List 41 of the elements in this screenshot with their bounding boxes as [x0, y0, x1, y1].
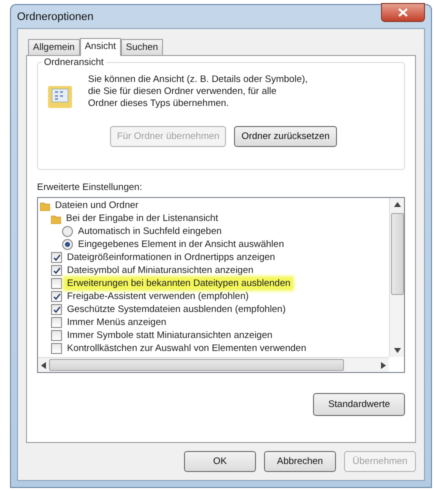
setting-label: Immer Symbole statt Miniaturansichten anzeigen: [66, 330, 274, 341]
group-title: Ordneransicht: [42, 57, 106, 68]
vertical-scrollbar[interactable]: [389, 198, 404, 357]
setting-label: Bei der Eingabe in der Listenansicht: [65, 213, 220, 224]
radio-button[interactable]: [62, 239, 73, 250]
checkbox[interactable]: [51, 304, 62, 315]
up-arrow-icon[interactable]: [394, 202, 400, 207]
checkbox[interactable]: [51, 265, 62, 276]
dialog-button[interactable]: Standardwerte: [313, 393, 405, 416]
setting-label: Dateien und Ordner: [54, 200, 140, 211]
setting-label: Kontrollkästchen zur Auswahl von Elementen verwenden: [66, 343, 308, 354]
right-arrow-icon[interactable]: [381, 362, 386, 368]
setting-label: Dateigrößeinformationen in Ordnertipps anzeigen: [66, 252, 276, 263]
setting-label: Immer Menüs anzeigen: [66, 317, 168, 328]
left-arrow-icon[interactable]: [41, 362, 46, 368]
dialog-button[interactable]: Abbrechen: [264, 451, 336, 472]
setting-label: Erweiterungen bei bekannten Dateitypen ausblenden: [65, 278, 292, 289]
checkbox[interactable]: [51, 252, 62, 263]
checkbox[interactable]: [51, 330, 62, 341]
tab[interactable]: Ansicht: [80, 38, 121, 56]
setting-label: Automatisch in Suchfeld eingeben: [77, 226, 223, 237]
radio-button[interactable]: [62, 226, 73, 237]
tab[interactable]: Suchen: [120, 39, 164, 55]
horizontal-scrollbar[interactable]: [38, 357, 389, 372]
description-text: Sie können die Ansicht (z. B. Details oder Symbole), die Sie für diesen Ordner verwenden, für alle Ordner dieses Typs übernehmen.: [88, 74, 308, 111]
setting-label: Freigabe-Assistent verwenden (empfohlen): [66, 291, 250, 302]
setting-label: Eingegebenes Element in der Ansicht auswählen: [77, 239, 285, 250]
tab[interactable]: Allgemein: [28, 39, 80, 55]
window-title: Ordneroptionen: [17, 10, 94, 22]
close-button[interactable]: [381, 3, 425, 22]
dialog-button[interactable]: OK: [184, 451, 256, 472]
setting-label: Dateisymbol auf Miniaturansichten anzeigen: [66, 265, 254, 276]
checkbox[interactable]: [51, 317, 62, 328]
dialog-button[interactable]: Ordner zurücksetzen: [234, 126, 337, 147]
down-arrow-icon[interactable]: [394, 348, 400, 353]
checkbox[interactable]: [51, 343, 62, 354]
close-icon: [398, 8, 408, 17]
checkbox[interactable]: [51, 278, 62, 289]
section-label: Erweiterte Einstellungen:: [37, 182, 144, 193]
checkbox[interactable]: [51, 291, 62, 302]
setting-label: Geschützte Systemdateien ausblenden (empfohlen): [66, 304, 287, 315]
